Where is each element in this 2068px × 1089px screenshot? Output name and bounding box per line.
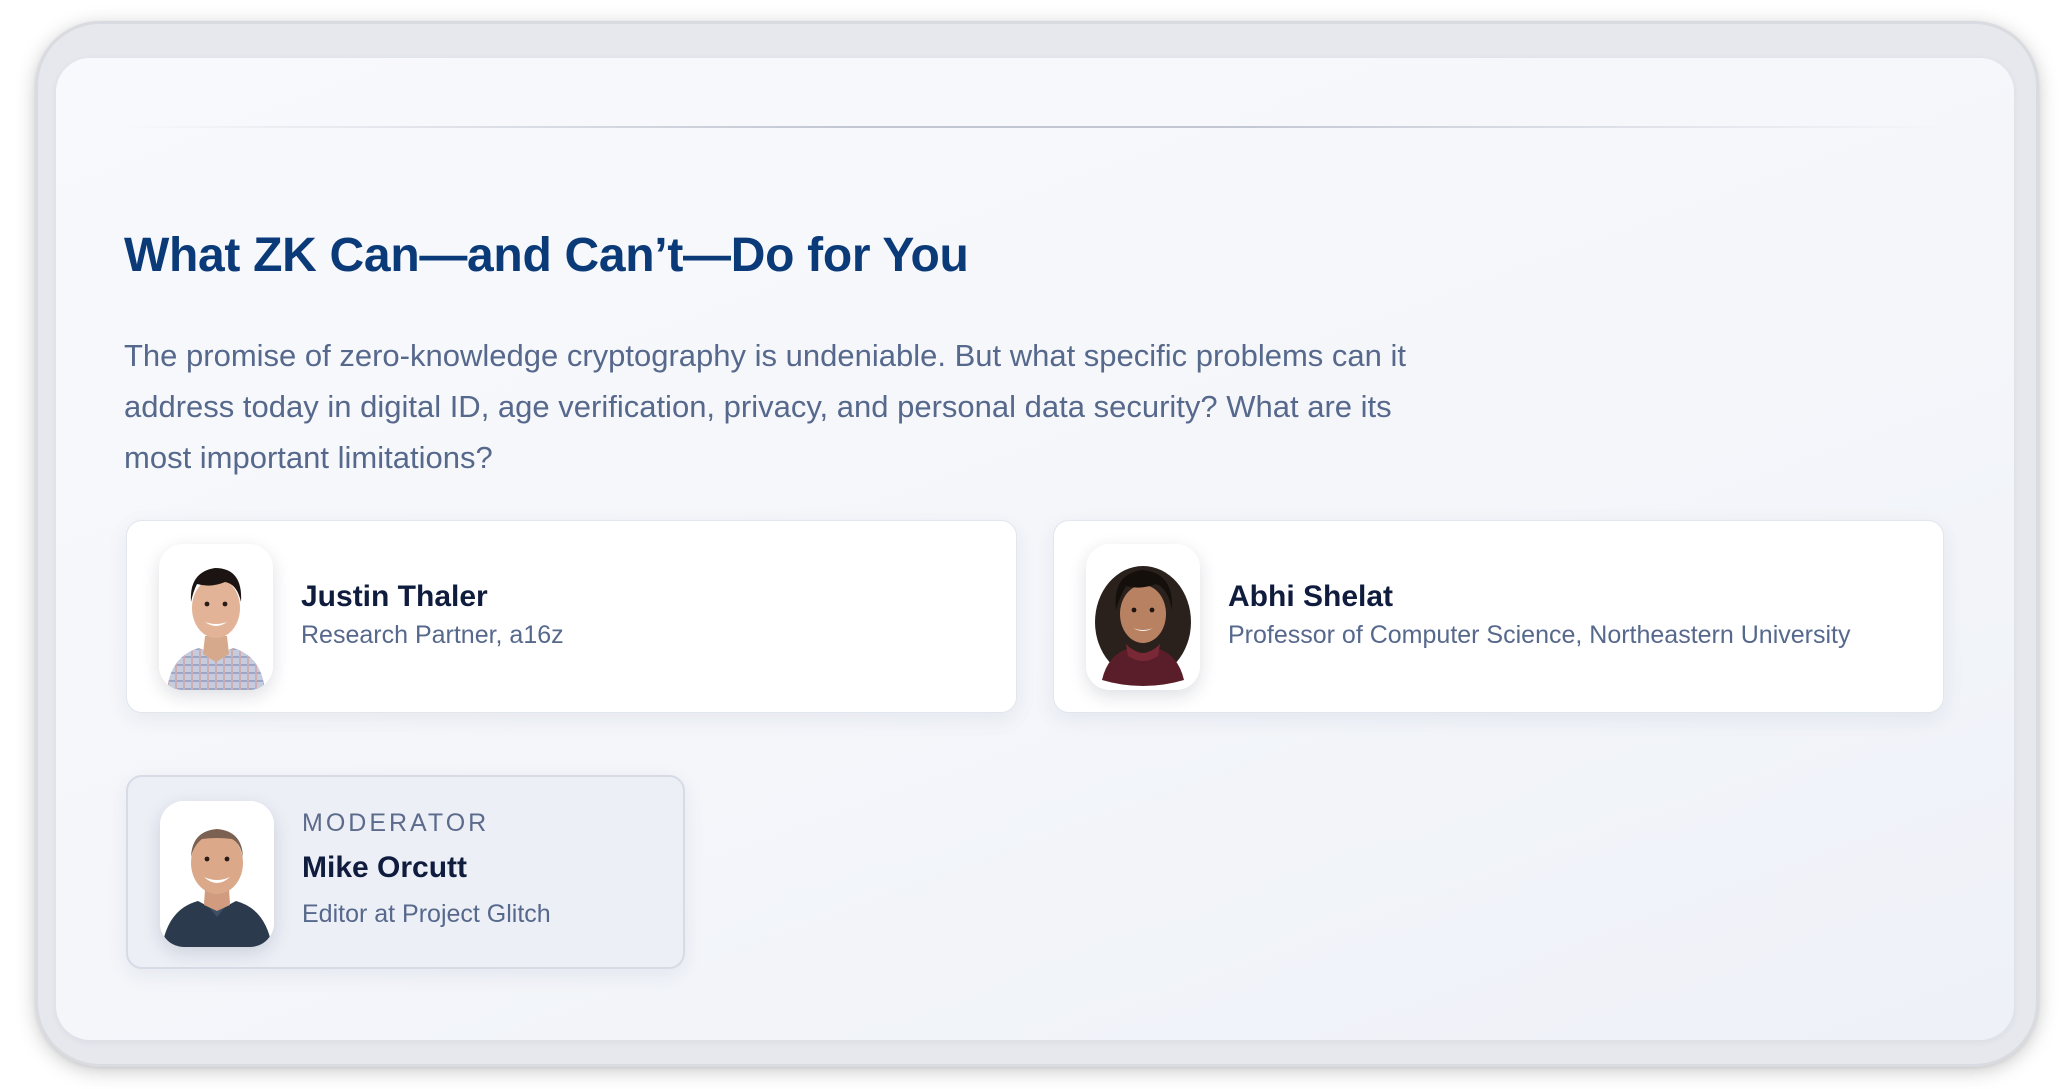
moderator-role-label: MODERATOR [302, 809, 490, 837]
speaker-affiliation: Professor of Computer Science, Northeast… [1228, 621, 1851, 649]
avatar-portrait-icon [159, 544, 273, 690]
moderator-name: Mike Orcutt [302, 851, 468, 884]
moderator-affiliation: Editor at Project Glitch [302, 900, 551, 928]
session-description: The promise of zero-knowledge cryptograp… [124, 338, 1406, 475]
speaker-card-justin-thaler[interactable]: Justin Thaler Research Partner, a16z [126, 520, 1017, 713]
moderator-avatar-image [160, 801, 274, 947]
speaker-name: Justin Thaler [301, 580, 488, 613]
speaker-card-abhi-shelat[interactable]: Abhi Shelat Professor of Computer Scienc… [1053, 520, 1944, 713]
section-divider [116, 126, 1956, 128]
speaker-info: Abhi Shelat Professor of Computer Scienc… [1228, 579, 1850, 650]
speaker-info: Justin Thaler Research Partner, a16z [301, 579, 564, 650]
avatar-portrait-icon [1086, 544, 1200, 690]
avatar-portrait-icon [160, 801, 274, 947]
session-title: What ZK Can—and Can’t—Do for You [124, 229, 969, 282]
speaker-avatar-image [159, 544, 273, 690]
speaker-name: Abhi Shelat [1228, 580, 1394, 613]
speaker-affiliation: Research Partner, a16z [301, 621, 564, 649]
event-session-panel: What ZK Can—and Can’t—Do for You The pro… [56, 58, 2014, 1040]
moderator-card-mike-orcutt[interactable]: MODERATOR Mike Orcutt Editor at Project … [126, 775, 685, 969]
speaker-avatar-image [1086, 544, 1200, 690]
moderator-info: MODERATOR Mike Orcutt Editor at Project … [302, 809, 551, 929]
